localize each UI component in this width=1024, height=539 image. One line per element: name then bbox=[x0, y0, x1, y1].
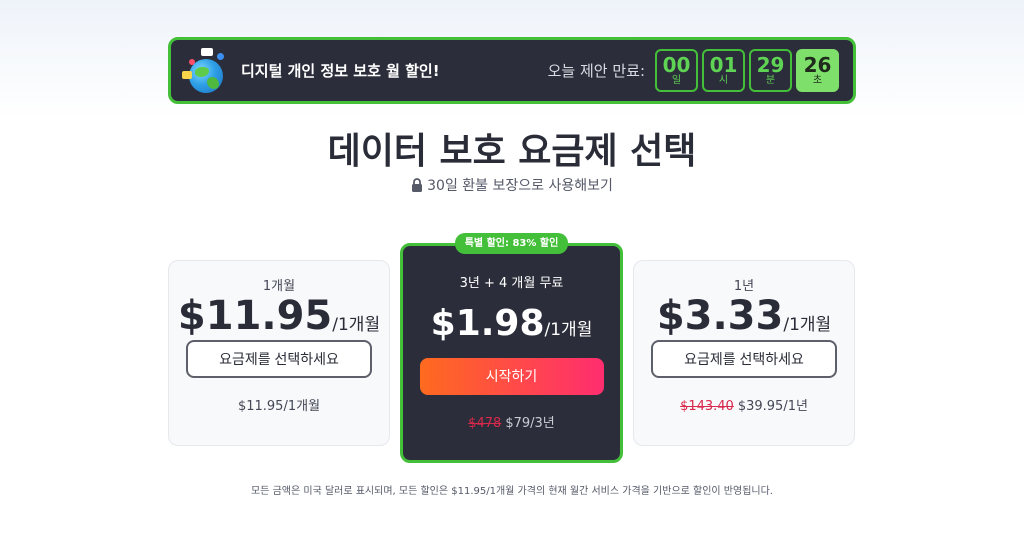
banner-text: 디지털 개인 정보 보호 월 할인! bbox=[241, 62, 440, 80]
plan-price-unit: /1개월 bbox=[544, 320, 593, 340]
timer-seconds-unit: 초 bbox=[812, 74, 823, 86]
plan-price: $1.98 bbox=[430, 303, 545, 344]
plan-old-price: $478 bbox=[468, 416, 502, 431]
plan-billing: $478 $79/3년 bbox=[403, 412, 620, 431]
plan-period: 1년 bbox=[733, 279, 755, 294]
timer-seconds-value: 26 bbox=[803, 52, 832, 77]
plan-billing: $11.95/1개월 bbox=[237, 399, 321, 414]
lock-icon bbox=[412, 178, 423, 192]
plan-price: $11.95 bbox=[177, 293, 333, 339]
plan-price-row: $1.98/1개월 bbox=[403, 303, 620, 344]
plan-price-row: $3.33/1개월 bbox=[634, 296, 854, 338]
plan-card-3-year: 3년 + 4 개월 무료 $1.98/1개월 시작하기 $478 $79/3년 bbox=[400, 243, 623, 463]
timer-hours-value: 01 bbox=[709, 52, 738, 77]
plan-card-1-month: 1개월 $11.95/1개월 요금제를 선택하세요 $11.95/1개월 bbox=[168, 260, 390, 446]
globe-illustration-icon bbox=[179, 45, 231, 97]
promo-banner: 디지털 개인 정보 보호 월 할인! 오늘 제안 만료: 00 일 01 시 2… bbox=[168, 37, 856, 104]
guarantee-subtitle: 30일 환불 보장으로 사용해보기 bbox=[0, 175, 1024, 195]
plan-billing-price: $39.95/1년 bbox=[737, 399, 808, 414]
plan-old-price: $143.40 bbox=[680, 399, 734, 414]
plan-billing: $143.40 $39.95/1년 bbox=[634, 395, 854, 414]
countdown-timer: 오늘 제안 만료: 00 일 01 시 29 분 26 초 bbox=[548, 49, 839, 92]
plan-price-unit: /1개월 bbox=[783, 315, 832, 335]
timer-hours: 01 시 bbox=[702, 49, 745, 92]
timer-minutes-value: 29 bbox=[756, 52, 785, 77]
timer-days: 00 일 bbox=[655, 49, 698, 92]
timer-minutes: 29 분 bbox=[749, 49, 792, 92]
guarantee-text: 30일 환불 보장으로 사용해보기 bbox=[427, 178, 613, 194]
page-title: 데이터 보호 요금제 선택 bbox=[327, 131, 697, 172]
plan-card-1-year: 1년 $3.33/1개월 요금제를 선택하세요 $143.40 $39.95/1년 bbox=[633, 260, 855, 446]
plan-price-unit: /1개월 bbox=[332, 315, 381, 335]
timer-minutes-unit: 분 bbox=[765, 74, 776, 86]
timer-label: 오늘 제안 만료: bbox=[547, 62, 645, 80]
timer-hours-unit: 시 bbox=[718, 74, 729, 86]
plan-price-row: $11.95/1개월 bbox=[169, 296, 389, 338]
timer-seconds: 26 초 bbox=[796, 49, 839, 92]
plan-price: $3.33 bbox=[656, 293, 784, 339]
select-plan-button-1-year[interactable]: 요금제를 선택하세요 bbox=[651, 340, 837, 378]
get-started-button[interactable]: 시작하기 bbox=[419, 358, 604, 395]
timer-days-unit: 일 bbox=[671, 74, 682, 86]
select-plan-button-1-month[interactable]: 요금제를 선택하세요 bbox=[186, 340, 372, 378]
plan-billing-price: $79/3년 bbox=[505, 416, 555, 431]
plan-period: 1개월 bbox=[262, 279, 296, 294]
plan-period: 3년 + 4 개월 무료 bbox=[459, 276, 564, 291]
pricing-disclaimer: 모든 금액은 미국 달러로 표시되며, 모든 할인은 $11.95/1개월 가격… bbox=[251, 486, 773, 497]
timer-days-value: 00 bbox=[662, 52, 691, 77]
special-discount-badge: 특별 할인: 83% 할인 bbox=[455, 233, 568, 254]
